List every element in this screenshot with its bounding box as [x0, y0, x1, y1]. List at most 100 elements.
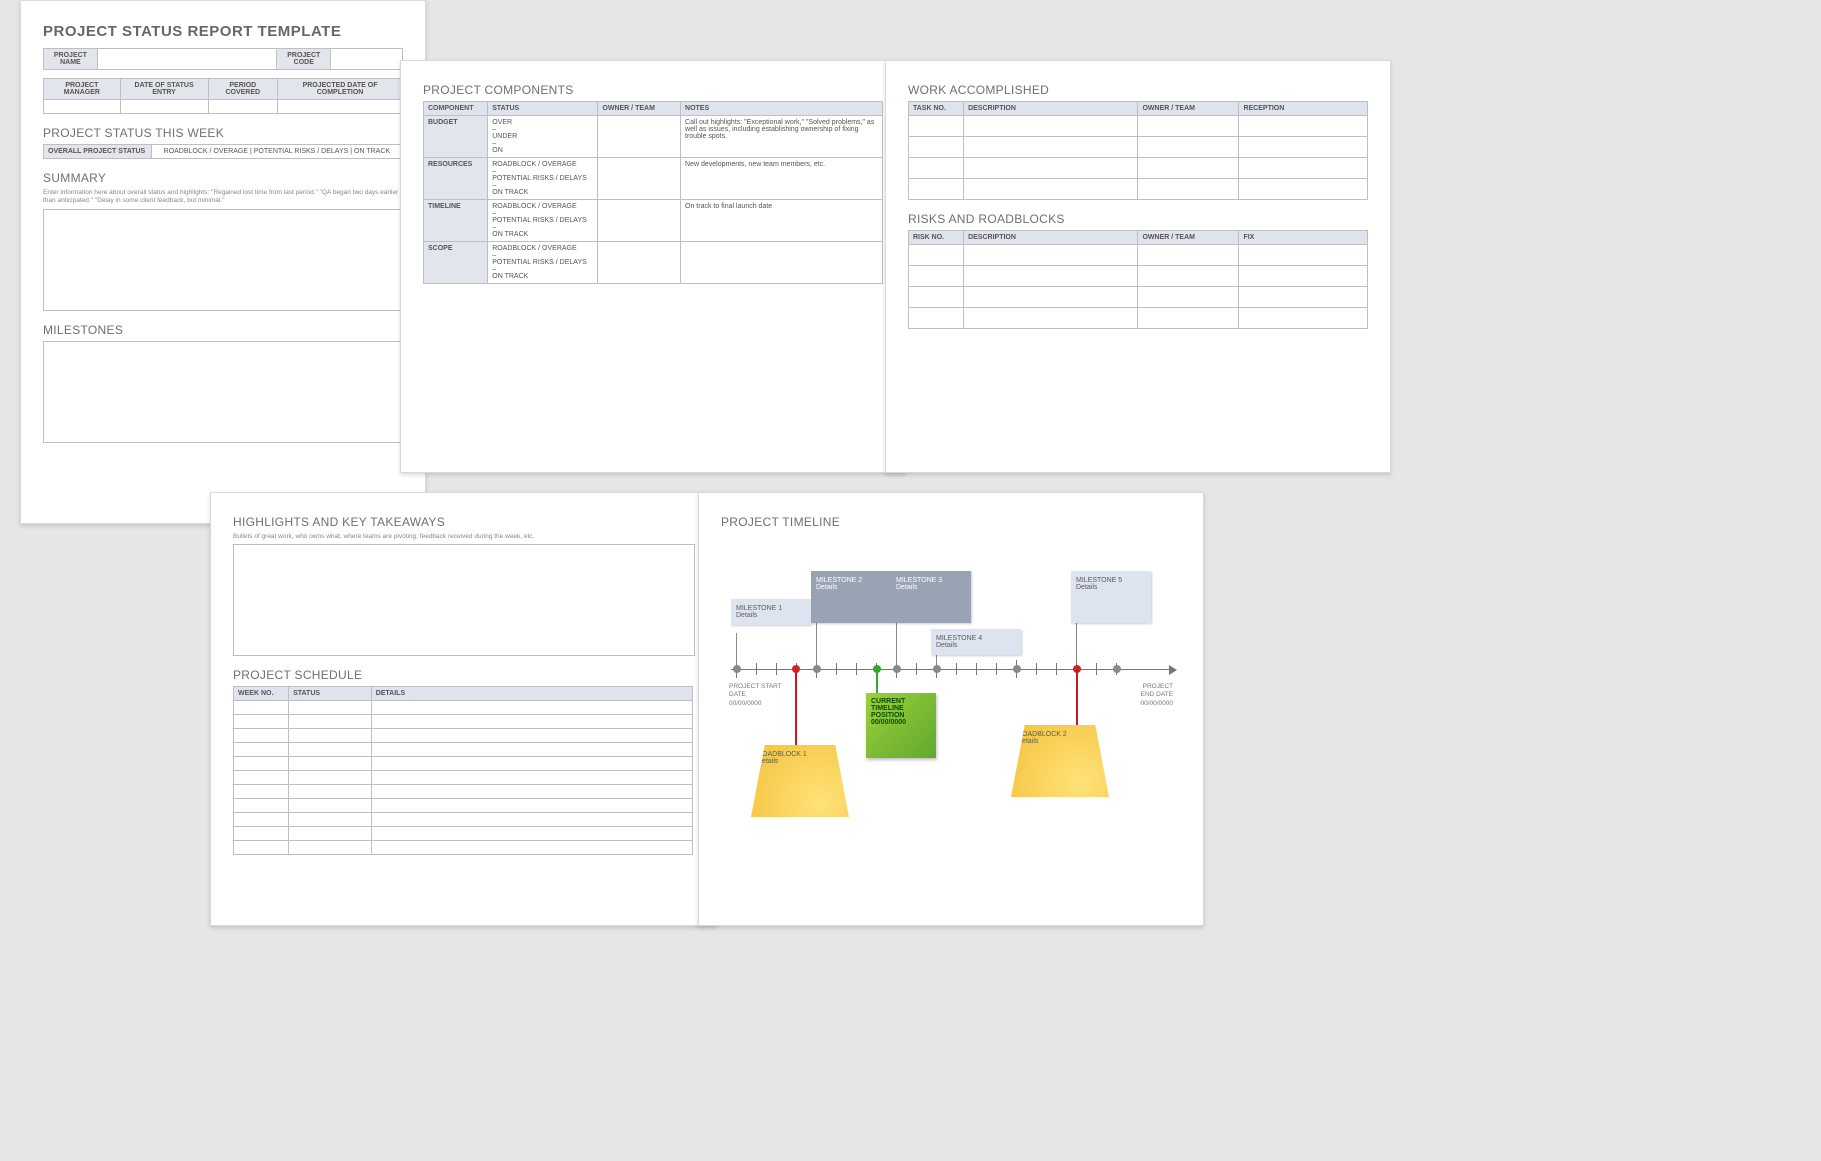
milestone-box: MILESTONE 4 Details	[931, 629, 1021, 655]
comp-status[interactable]: ROADBLOCK / OVERAGE – POTENTIAL RISKS / …	[488, 158, 598, 200]
comp-owner[interactable]	[598, 158, 681, 200]
meta-cell[interactable]	[278, 100, 403, 114]
meta-cell[interactable]	[120, 100, 208, 114]
roadblock-line	[1076, 669, 1078, 729]
table-row[interactable]	[234, 743, 693, 757]
table-row[interactable]	[909, 245, 1368, 266]
status-options[interactable]: ROADBLOCK / OVERAGE | POTENTIAL RISKS / …	[151, 145, 402, 159]
timeline: MILESTONE 1 Details MILESTONE 2 Details …	[721, 533, 1181, 853]
table-row[interactable]	[234, 701, 693, 715]
meta-col-2: PERIOD COVERED	[208, 79, 278, 100]
risk-hdr-3: FIX	[1239, 231, 1368, 245]
comp-hdr-3: NOTES	[681, 102, 883, 116]
table-row[interactable]	[234, 771, 693, 785]
risks-title: RISKS AND ROADBLOCKS	[908, 212, 1368, 226]
work-table: TASK NO. DESCRIPTION OWNER / TEAM RECEPT…	[908, 101, 1368, 200]
meta-col-1: DATE OF STATUS ENTRY	[120, 79, 208, 100]
dot-icon	[813, 665, 821, 673]
comp-notes[interactable]: Call out highlights: "Exceptional work,"…	[681, 116, 883, 158]
components-title: PROJECT COMPONENTS	[423, 83, 883, 97]
table-row: SCOPE ROADBLOCK / OVERAGE – POTENTIAL RI…	[424, 242, 883, 284]
dot-icon	[733, 665, 741, 673]
risk-hdr-1: DESCRIPTION	[964, 231, 1138, 245]
summary-hint: Enter information here about overall sta…	[43, 189, 403, 206]
table-row[interactable]	[234, 799, 693, 813]
meta-cell[interactable]	[208, 100, 278, 114]
highlights-hint: Bullets of great work, who owns what, wh…	[233, 533, 693, 541]
comp-notes[interactable]	[681, 242, 883, 284]
page-3: WORK ACCOMPLISHED TASK NO. DESCRIPTION O…	[885, 60, 1391, 473]
milestone-box: MILESTONE 5 Details	[1071, 571, 1151, 623]
table-row[interactable]	[234, 785, 693, 799]
page-4: HIGHLIGHTS AND KEY TAKEAWAYS Bullets of …	[210, 492, 716, 926]
work-hdr-1: DESCRIPTION	[964, 102, 1138, 116]
comp-owner[interactable]	[598, 116, 681, 158]
highlights-title: HIGHLIGHTS AND KEY TAKEAWAYS	[233, 515, 693, 529]
summary-title: SUMMARY	[43, 171, 403, 185]
overall-status-header: OVERALL PROJECT STATUS	[44, 145, 152, 159]
table-row[interactable]	[234, 813, 693, 827]
roadblock-box: ROADBLOCK 2 Details	[1011, 725, 1109, 797]
status-table: OVERALL PROJECT STATUS ROADBLOCK / OVERA…	[43, 144, 403, 159]
table-row: RESOURCES ROADBLOCK / OVERAGE – POTENTIA…	[424, 158, 883, 200]
comp-hdr-2: OWNER / TEAM	[598, 102, 681, 116]
meta-col-0: PROJECT MANAGER	[44, 79, 121, 100]
summary-box[interactable]	[43, 209, 405, 311]
milestones-box[interactable]	[43, 341, 405, 443]
table-row[interactable]	[909, 116, 1368, 137]
end-date-label: PROJECT END DATE 00/00/0000	[1140, 683, 1173, 708]
risk-hdr-2: OWNER / TEAM	[1138, 231, 1239, 245]
project-meta-table: PROJECT MANAGER DATE OF STATUS ENTRY PER…	[43, 78, 403, 114]
current-position-note: CURRENT TIMELINE POSITION 00/00/0000	[866, 693, 936, 758]
comp-owner[interactable]	[598, 242, 681, 284]
comp-hdr-0: COMPONENT	[424, 102, 488, 116]
sched-hdr-0: WEEK NO.	[234, 687, 289, 701]
project-code-cell[interactable]	[331, 49, 403, 70]
project-code-header: PROJECT CODE	[277, 49, 331, 70]
sched-hdr-2: DETAILS	[371, 687, 692, 701]
table-row[interactable]	[234, 757, 693, 771]
project-name-cell[interactable]	[97, 49, 277, 70]
current-line	[876, 669, 878, 693]
risk-hdr-0: RISK NO.	[909, 231, 964, 245]
comp-notes[interactable]: On track to final launch date	[681, 200, 883, 242]
work-hdr-0: TASK NO.	[909, 102, 964, 116]
table-row: BUDGET OVER – UNDER – ON Call out highli…	[424, 116, 883, 158]
highlights-box[interactable]	[233, 544, 695, 656]
work-hdr-3: RECEPTION	[1239, 102, 1368, 116]
table-row[interactable]	[909, 266, 1368, 287]
dot-icon	[1113, 665, 1121, 673]
table-row[interactable]	[909, 158, 1368, 179]
comp-name: TIMELINE	[424, 200, 488, 242]
work-hdr-2: OWNER / TEAM	[1138, 102, 1239, 116]
table-row[interactable]	[234, 841, 693, 855]
comp-name: RESOURCES	[424, 158, 488, 200]
dot-icon	[893, 665, 901, 673]
table-row[interactable]	[234, 729, 693, 743]
schedule-table: WEEK NO. STATUS DETAILS	[233, 686, 693, 855]
dot-icon	[933, 665, 941, 673]
comp-name: BUDGET	[424, 116, 488, 158]
meta-cell[interactable]	[44, 100, 121, 114]
table-row[interactable]	[234, 715, 693, 729]
milestone-box: MILESTONE 2 Details	[811, 571, 891, 623]
table-row[interactable]	[909, 179, 1368, 200]
table-row[interactable]	[234, 827, 693, 841]
components-table: COMPONENT STATUS OWNER / TEAM NOTES BUDG…	[423, 101, 883, 284]
comp-notes[interactable]: New developments, new team members, etc.	[681, 158, 883, 200]
comp-status[interactable]: OVER – UNDER – ON	[488, 116, 598, 158]
table-row[interactable]	[909, 308, 1368, 329]
project-name-header: PROJECT NAME	[44, 49, 98, 70]
table-row[interactable]	[909, 287, 1368, 308]
dot-icon	[1013, 665, 1021, 673]
page-5: PROJECT TIMELINE	[698, 492, 1204, 926]
comp-status[interactable]: ROADBLOCK / OVERAGE – POTENTIAL RISKS / …	[488, 242, 598, 284]
milestone-box: MILESTONE 1 Details	[731, 599, 811, 625]
status-section-title: PROJECT STATUS THIS WEEK	[43, 126, 403, 140]
comp-status[interactable]: ROADBLOCK / OVERAGE – POTENTIAL RISKS / …	[488, 200, 598, 242]
milestone-box: MILESTONE 3 Details	[891, 571, 971, 623]
comp-owner[interactable]	[598, 200, 681, 242]
schedule-title: PROJECT SCHEDULE	[233, 668, 693, 682]
table-row[interactable]	[909, 137, 1368, 158]
risks-table: RISK NO. DESCRIPTION OWNER / TEAM FIX	[908, 230, 1368, 329]
